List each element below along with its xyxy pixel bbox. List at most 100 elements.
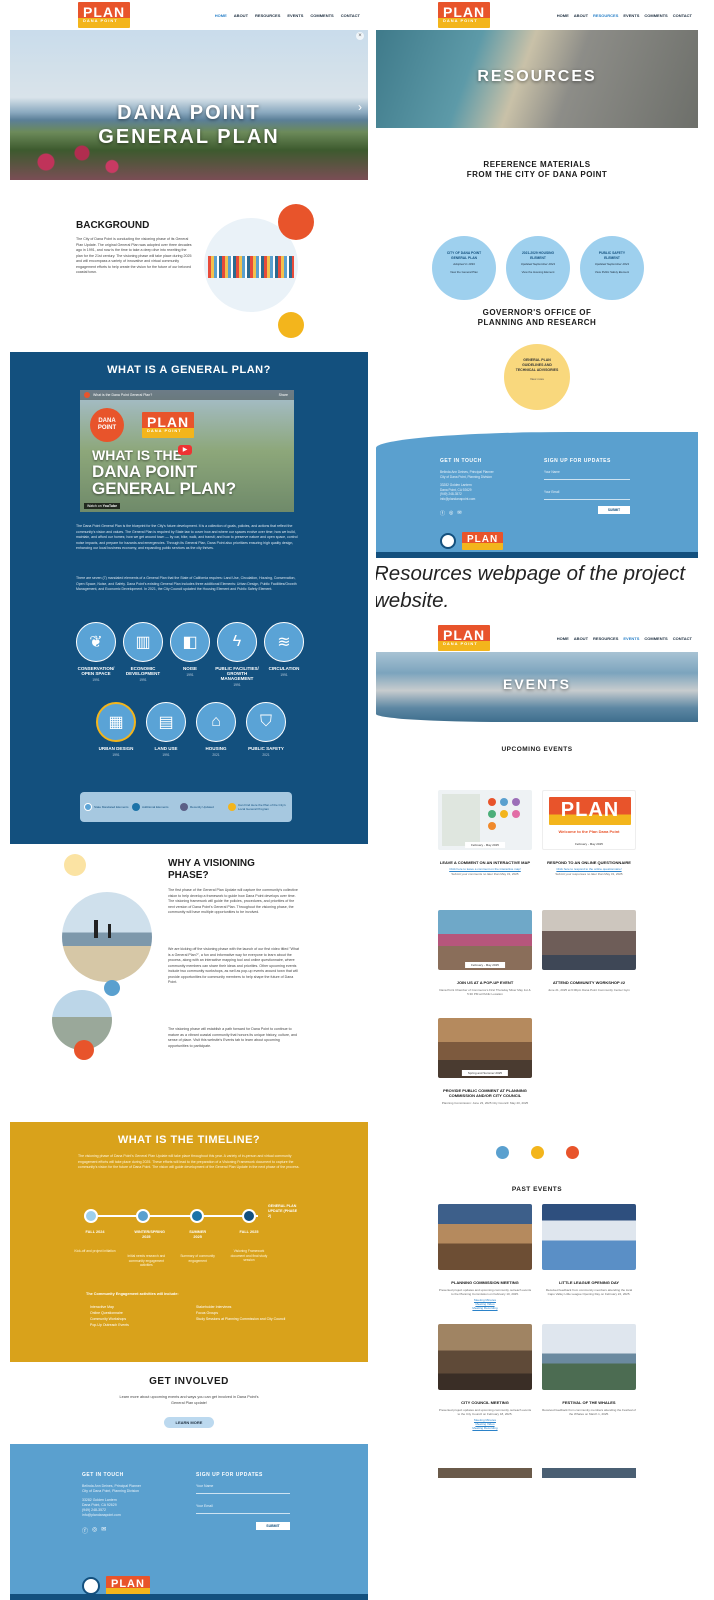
nav-about[interactable]: ABOUT	[574, 13, 588, 18]
reference-doc-circle[interactable]: 2021-2029 HOUSING ELEMENT Updated Septemb…	[506, 236, 570, 300]
nav-comments[interactable]: COMMENTS	[310, 13, 333, 18]
element-item[interactable]: ▤ LAND USE 1991	[144, 702, 188, 757]
event-card-workshop[interactable]: ATTEND COMMUNITY WORKSHOP #2 June 21, 20…	[542, 910, 636, 992]
nav-contact[interactable]: CONTACT	[673, 636, 692, 641]
general-plan-title: WHAT IS A GENERAL PLAN?	[107, 364, 271, 376]
reference-doc-circle[interactable]: CITY OF DANA POINT GENERAL PLAN Adopted i…	[432, 236, 496, 300]
name-field[interactable]: Your Name	[544, 470, 630, 474]
nav-resources[interactable]: RESOURCES	[593, 636, 618, 641]
get-involved-title: GET INVOLVED	[149, 1376, 229, 1387]
email-field[interactable]: Your Email	[196, 1504, 290, 1508]
category-icon	[512, 810, 520, 818]
nav-events[interactable]: EVENTS	[623, 636, 639, 641]
reference-doc-link[interactable]: View the Housing Element	[506, 270, 570, 274]
element-item[interactable]: ≋ CIRCULATION 1991	[262, 622, 306, 687]
nav-comments[interactable]: COMMENTS	[644, 636, 667, 641]
get-in-touch-title: GET IN TOUCH	[440, 458, 482, 464]
instagram-icon[interactable]: ◎	[92, 1526, 97, 1535]
email-field[interactable]: Your Email	[544, 490, 630, 494]
nav-about[interactable]: ABOUT	[574, 636, 588, 641]
timeline-node-1	[84, 1209, 98, 1223]
nav-events[interactable]: EVENTS	[623, 13, 639, 18]
nav-about[interactable]: ABOUT	[234, 13, 248, 18]
nav-contact[interactable]: CONTACT	[673, 13, 692, 18]
hero-title-line2: GENERAL PLAN	[98, 126, 280, 148]
elements-row-2: ▦ URBAN DESIGN 1991 ▤ LAND USE 1991 ⌂ HOUSING 20…	[94, 702, 288, 757]
element-item[interactable]: ⌂ HOUSING 2021	[194, 702, 238, 757]
category-icon	[500, 798, 508, 806]
timeline-desc: Visioning Framework document and final s…	[230, 1249, 268, 1262]
email-icon[interactable]: ✉	[457, 510, 461, 517]
activity-item: Pop-Up Outreach Events	[90, 1323, 129, 1327]
home-footer: GET IN TOUCH Belinda Ann Deines, Princip…	[10, 1444, 368, 1600]
nav-home[interactable]: HOME	[557, 636, 569, 641]
carousel-dot[interactable]	[495, 1146, 509, 1159]
event-card-map[interactable]: February - May 2025 LEAVE A COMMENT ON A…	[438, 790, 532, 876]
past-event-whales[interactable]: FESTIVAL OF THE WHALES Received feedback…	[542, 1324, 636, 1416]
watch-on-youtube[interactable]: Watch on YouTube	[84, 503, 121, 509]
map-category-icons	[488, 798, 520, 830]
governor-doc-circle[interactable]: GENERAL PLAN GUIDELINES AND TECHNICAL AD…	[504, 344, 570, 410]
submit-button[interactable]: SUBMIT	[598, 506, 630, 514]
resources-body: REFERENCE MATERIALS FROM THE CITY OF DAN…	[376, 160, 698, 432]
submit-button[interactable]: SUBMIT	[256, 1522, 290, 1530]
nav-resources[interactable]: RESOURCES	[593, 13, 618, 18]
past-event-council[interactable]: CITY COUNCIL MEETING Presented project u…	[438, 1324, 532, 1430]
event-link[interactable]: Click here to respond to the online ques…	[542, 867, 636, 871]
element-item[interactable]: ϟ PUBLIC FACILITIES/ GROWTH MANAGEMENT 199…	[215, 622, 259, 687]
element-item[interactable]: ▦ URBAN DESIGN 1991	[94, 702, 138, 757]
carousel-next-icon[interactable]: ›	[358, 100, 362, 114]
event-title: RESPOND TO AN ONLINE QUESTIONNAIRE	[547, 860, 631, 865]
blue-circle-decor	[104, 980, 120, 996]
plan-logo[interactable]: PLAN DANA POINT	[78, 2, 131, 28]
facebook-icon[interactable]: ⓕ	[440, 510, 445, 517]
instagram-icon[interactable]: ◎	[449, 510, 453, 517]
share-button[interactable]: Share	[279, 393, 288, 397]
element-item[interactable]: ◧ NOISE 1991	[168, 622, 212, 687]
video-player[interactable]: What is the Dana Point General Plan? Sha…	[80, 390, 294, 512]
reference-doc-link[interactable]: View Public Safety Element	[580, 270, 644, 274]
governor-doc-link[interactable]: View more	[504, 377, 570, 381]
carousel-dot[interactable]	[530, 1146, 544, 1159]
video-line3: GENERAL PLAN?	[92, 479, 237, 498]
surfboards-image	[208, 256, 294, 278]
past-event-little-league[interactable]: LITTLE LEAGUE OPENING DAY Received feedb…	[542, 1204, 636, 1296]
close-icon[interactable]: ×	[356, 32, 364, 40]
reference-doc-link[interactable]: View the General Plan	[432, 270, 496, 274]
contact-line[interactable]: info@plandanapoint.com	[82, 1513, 141, 1518]
nav-comments[interactable]: COMMENTS	[644, 13, 667, 18]
element-item[interactable]: ❦ CONSERVATION/ OPEN SPACE 1991	[74, 622, 118, 687]
reference-doc-circle[interactable]: PUBLIC SAFETY ELEMENT Updated September 2…	[580, 236, 644, 300]
carousel-dot[interactable]	[565, 1146, 579, 1159]
name-field[interactable]: Your Name	[196, 1484, 290, 1488]
past-event-planning[interactable]: PLANNING COMMISSION MEETING Presented pr…	[438, 1204, 532, 1310]
learn-more-button[interactable]: LEARN MORE	[163, 1417, 215, 1428]
nav-home[interactable]: HOME	[557, 13, 569, 18]
nav-contact[interactable]: CONTACT	[341, 13, 360, 18]
contact-line[interactable]: info@plandanapoint.com	[440, 497, 494, 502]
signup-form: Your Name Your Email SUBMIT	[196, 1484, 290, 1530]
youtube-play-icon[interactable]: ▶	[178, 445, 192, 455]
event-card-public-comment[interactable]: Spring and Summer 2025 PROVIDE PUBLIC CO…	[438, 1018, 532, 1105]
meeting-recording-link[interactable]: Meeting Recording	[438, 1426, 532, 1430]
nav-resources[interactable]: RESOURCES	[255, 13, 280, 18]
nav-home[interactable]: HOME	[215, 13, 227, 18]
events-hero-title: EVENTS	[502, 676, 571, 692]
event-card-popup[interactable]: February - May 2025 JOIN US AT A POP-UP …	[438, 910, 532, 996]
meeting-recording-link[interactable]: Meeting Recording	[438, 1306, 532, 1310]
element-item[interactable]: ⛉ PUBLIC SAFETY 2021	[244, 702, 288, 757]
email-icon[interactable]: ✉	[101, 1526, 106, 1535]
event-title: ATTEND COMMUNITY WORKSHOP #2	[552, 980, 626, 985]
element-item[interactable]: ▥ ECONOMIC DEVELOPMENT 1991	[121, 622, 165, 687]
event-image-map: February - May 2025	[438, 790, 532, 850]
reference-doc-title: CITY OF DANA POINT GENERAL PLAN	[446, 251, 482, 260]
plan-logo[interactable]: PLAN DANA POINT	[438, 625, 491, 651]
governor-doc-title: GENERAL PLAN GUIDELINES AND TECHNICAL AD…	[515, 358, 559, 372]
event-link[interactable]: Click here to leave a comment on the int…	[438, 867, 532, 871]
nav-events[interactable]: EVENTS	[287, 13, 303, 18]
contact-line: City of Dana Point, Planning Division	[440, 474, 492, 479]
background-body: The City of Dana Point is conducting the…	[76, 237, 192, 274]
plan-logo[interactable]: PLAN DANA POINT	[438, 2, 491, 28]
event-card-questionnaire[interactable]: PLAN Welcome to the Plan Dana Point Febr…	[542, 790, 636, 876]
facebook-icon[interactable]: ⓕ	[82, 1526, 88, 1535]
